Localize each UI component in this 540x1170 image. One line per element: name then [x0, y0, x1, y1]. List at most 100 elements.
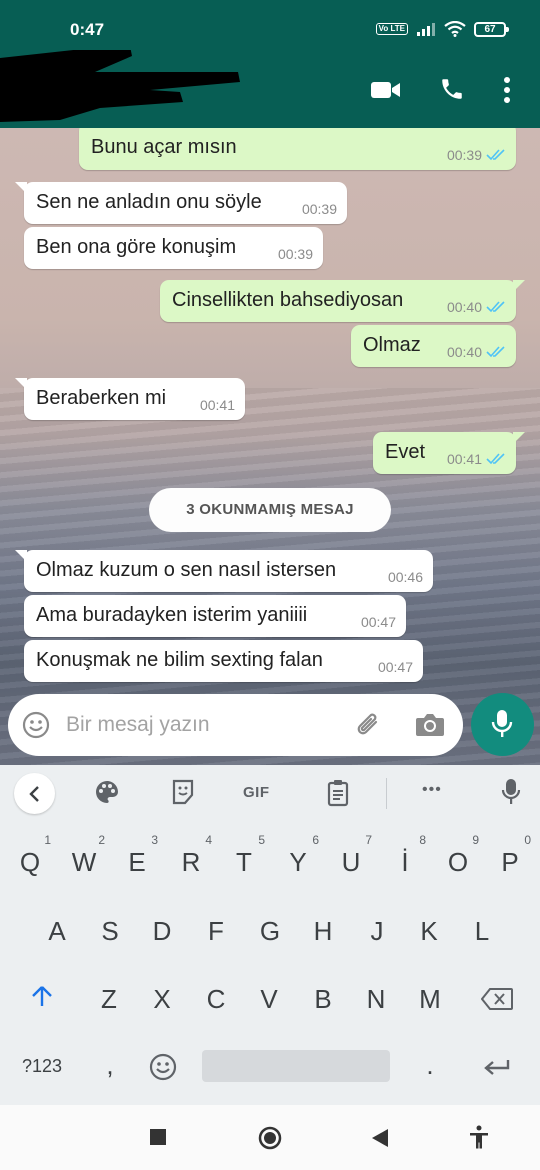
key-a[interactable]: A: [30, 916, 84, 947]
message-time: 00:39: [277, 246, 313, 262]
key-q[interactable]: Q1: [3, 833, 57, 878]
message-outgoing[interactable]: Bunu açar mısın 00:39: [79, 128, 516, 170]
key-s[interactable]: S: [83, 916, 137, 947]
key-x[interactable]: X: [135, 984, 189, 1015]
status-time: 0:47: [70, 20, 105, 39]
key-label: U: [341, 847, 361, 877]
theme-palette-icon[interactable]: [94, 779, 120, 805]
message-time: 00:46: [387, 569, 423, 585]
more-options-icon[interactable]: •••: [422, 781, 442, 799]
emoji-icon[interactable]: [22, 711, 50, 739]
video-call-icon[interactable]: [371, 80, 401, 100]
message-outgoing[interactable]: Olmaz 00:40: [351, 325, 516, 367]
battery-icon: 67: [474, 21, 509, 37]
message-text: Evet: [385, 441, 426, 463]
message-incoming[interactable]: Ben ona göre konuşim 00:39: [24, 227, 323, 269]
message-text: Sen ne anladın onu söyle: [36, 191, 262, 213]
key-o[interactable]: O9: [431, 833, 485, 878]
sticker-icon[interactable]: [171, 779, 195, 805]
key-b[interactable]: B: [296, 984, 350, 1015]
key-u[interactable]: U7: [324, 833, 378, 878]
key-number: 7: [365, 833, 372, 847]
key-c[interactable]: C: [189, 984, 243, 1015]
message-input[interactable]: Bir mesaj yazın: [66, 713, 210, 737]
key-comma[interactable]: ,: [83, 1050, 137, 1081]
message-meta: 00:46: [388, 569, 423, 585]
key-label: W: [71, 847, 97, 877]
redacted-contact-name[interactable]: [0, 50, 250, 130]
key-w[interactable]: W2: [57, 833, 111, 878]
key-label: Y: [289, 847, 307, 877]
system-nav-bar: [0, 1105, 540, 1170]
key-n[interactable]: N: [349, 984, 403, 1015]
key-d[interactable]: D: [135, 916, 189, 947]
message-outgoing[interactable]: Evet 00:41: [373, 432, 525, 474]
message-incoming[interactable]: Sen ne anladın onu söyle 00:39: [15, 182, 347, 224]
accessibility-icon[interactable]: [469, 1125, 489, 1149]
key-g[interactable]: G: [243, 916, 297, 947]
voice-record-button[interactable]: [471, 693, 534, 756]
key-z[interactable]: Z: [82, 984, 136, 1015]
key-e[interactable]: E3: [110, 833, 164, 878]
toolbar-divider: [386, 778, 387, 809]
key-t[interactable]: T5: [217, 833, 271, 878]
key-y[interactable]: Y6: [271, 833, 325, 878]
message-incoming[interactable]: Beraberken mi 00:41: [15, 378, 245, 420]
keyboard: Q1 W2 E3 R4 T5 Y6 U7 İ8 O9 P0 A S D F G …: [0, 822, 540, 1105]
back-icon[interactable]: [372, 1129, 388, 1147]
key-number: 0: [524, 833, 531, 847]
camera-icon[interactable]: [415, 712, 445, 738]
key-label: İ: [401, 847, 409, 877]
key-number: 1: [44, 833, 51, 847]
key-label: Q: [19, 847, 41, 877]
key-number: 5: [258, 833, 265, 847]
volte-icon: Vo LTE: [375, 23, 408, 35]
symbols-key[interactable]: ?123: [15, 1056, 69, 1077]
message-incoming[interactable]: Konuşmak ne bilim sexting falan 00:47: [24, 640, 423, 682]
key-l[interactable]: L: [455, 916, 509, 947]
message-incoming[interactable]: Olmaz kuzum o sen nasıl istersen 00:46: [15, 550, 433, 592]
key-v[interactable]: V: [242, 984, 296, 1015]
recent-apps-icon[interactable]: [150, 1129, 166, 1145]
signal-icon: [417, 23, 435, 36]
message-incoming[interactable]: Ama buradayken isterim yaniiii 00:47: [24, 595, 406, 637]
attach-icon[interactable]: [354, 710, 384, 740]
enter-icon[interactable]: [483, 1058, 511, 1078]
message-meta: 00:47: [361, 614, 396, 630]
message-meta: 00:41: [200, 397, 235, 413]
key-r[interactable]: R4: [164, 833, 218, 878]
read-ticks-icon: [486, 453, 505, 465]
clipboard-icon[interactable]: [327, 779, 349, 807]
message-outgoing[interactable]: Cinsellikten bahsediyosan 00:40: [160, 280, 525, 322]
backspace-icon[interactable]: [481, 988, 513, 1010]
key-h[interactable]: H: [296, 916, 350, 947]
space-bar[interactable]: [202, 1050, 390, 1082]
message-meta: 00:39: [302, 201, 337, 217]
key-m[interactable]: M: [403, 984, 457, 1015]
key-j[interactable]: J: [350, 916, 404, 947]
message-meta: 00:39: [447, 147, 506, 163]
shift-icon[interactable]: [31, 985, 53, 1007]
home-icon[interactable]: [258, 1126, 282, 1150]
message-composer[interactable]: Bir mesaj yazın: [8, 694, 463, 756]
key-period[interactable]: .: [403, 1050, 457, 1081]
message-meta: 00:41: [447, 451, 506, 467]
key-k[interactable]: K: [402, 916, 456, 947]
message-time: 00:47: [360, 614, 396, 630]
message-time: 00:41: [199, 397, 235, 413]
key-f[interactable]: F: [189, 916, 243, 947]
message-time: 00:39: [301, 201, 337, 217]
keyboard-back-button[interactable]: [14, 773, 55, 814]
key-p[interactable]: P0: [483, 833, 537, 878]
message-text: Bunu açar mısın: [91, 136, 237, 158]
voice-input-icon[interactable]: [501, 778, 521, 806]
message-meta: 00:47: [378, 659, 413, 675]
gif-button[interactable]: GIF: [243, 784, 270, 801]
emoji-key-icon[interactable]: [149, 1053, 177, 1081]
key-number: 4: [205, 833, 212, 847]
voice-call-icon[interactable]: [439, 76, 465, 102]
chat-area[interactable]: Bunu açar mısın 00:39 Sen ne anladın onu…: [0, 128, 540, 765]
more-options-icon[interactable]: [503, 77, 511, 103]
key-i-dotted[interactable]: İ8: [378, 833, 432, 878]
key-number: 6: [312, 833, 319, 847]
